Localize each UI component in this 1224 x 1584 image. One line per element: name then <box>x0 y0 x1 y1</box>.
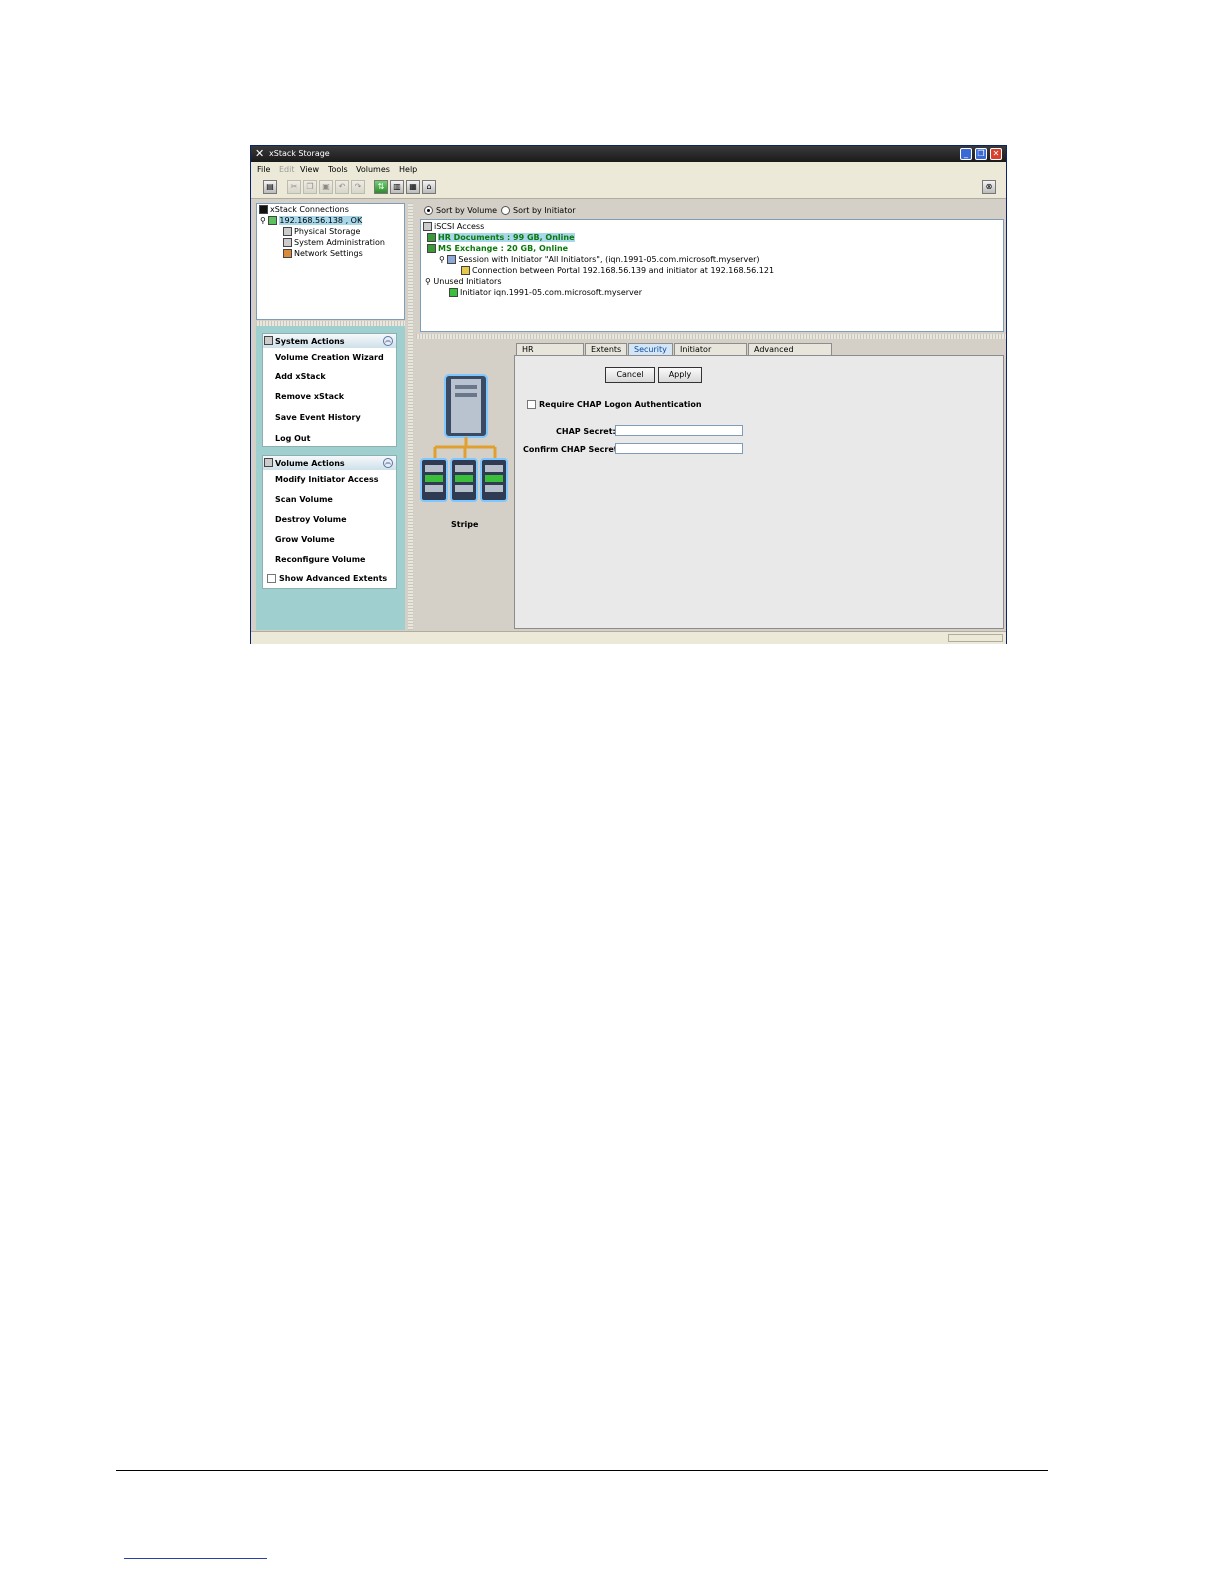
reconfigure-volume-link[interactable]: Reconfigure Volume <box>275 555 365 564</box>
unused-initiators-node[interactable]: ⚲ Unused Initiators <box>425 277 502 286</box>
require-chap-checkbox[interactable]: Require CHAP Logon Authentication <box>527 400 702 409</box>
disk-icon <box>283 227 292 236</box>
initiator-icon <box>449 288 458 297</box>
collapse-icon[interactable]: ︽ <box>383 336 393 346</box>
connection-node[interactable]: Connection between Portal 192.168.56.139… <box>461 266 774 275</box>
expand-icon[interactable]: ⚲ <box>260 216 266 225</box>
tab-security[interactable]: Security <box>628 343 673 355</box>
network-settings-icon[interactable]: ⌂ <box>422 180 436 194</box>
modify-initiator-access-link[interactable]: Modify Initiator Access <box>275 475 378 484</box>
tree-root[interactable]: xStack Connections <box>259 205 349 214</box>
menu-edit[interactable]: Edit <box>279 165 295 174</box>
menu-view[interactable]: View <box>300 165 319 174</box>
iscsi-icon <box>423 222 432 231</box>
add-xstack-link[interactable]: Add xStack <box>275 372 326 381</box>
system-actions-panel: System Actions ︽ Volume Creation Wizard … <box>262 333 397 447</box>
footer-link-underline <box>124 1558 267 1559</box>
chap-secret-label: CHAP Secret: <box>556 427 616 436</box>
title-bar: ✕ xStack Storage _ ❐ ✕ <box>251 146 1006 162</box>
server-icon <box>283 238 292 247</box>
security-tab-panel: Cancel Apply Require CHAP Logon Authenti… <box>514 355 1004 629</box>
sort-by-volume-radio[interactable]: Sort by Volume <box>424 206 497 215</box>
cancel-button[interactable]: Cancel <box>605 367 655 383</box>
initiator-node[interactable]: Initiator iqn.1991-05.com.microsoft.myse… <box>449 288 642 297</box>
destroy-volume-link[interactable]: Destroy Volume <box>275 515 347 524</box>
close-button[interactable]: ✕ <box>990 148 1002 160</box>
volume-creation-wizard-link[interactable]: Volume Creation Wizard <box>275 353 384 362</box>
volume-hr-documents[interactable]: HR Documents : 99 GB, Online <box>427 233 575 242</box>
stripe-raid-icon <box>420 374 508 502</box>
confirm-chap-secret-label: Confirm CHAP Secret: <box>523 445 621 454</box>
app-window: ✕ xStack Storage _ ❐ ✕ File Edit View To… <box>250 145 1007 644</box>
confirm-chap-secret-input[interactable] <box>615 443 743 454</box>
minimize-button[interactable]: _ <box>960 148 972 160</box>
xstack-logo-icon: ✕ <box>255 147 265 160</box>
toolbar: ▤ ✂ ❐ ▣ ↶ ↷ ⇅ ▥ ▦ ⌂ ⊗ <box>251 176 1006 199</box>
session-node[interactable]: ⚲ Session with Initiator "All Initiators… <box>439 255 760 264</box>
tab-hr-documents[interactable]: HR Documents <box>516 343 584 366</box>
tree-host[interactable]: ⚲ 192.168.56.138 , OK <box>260 216 363 225</box>
menu-help[interactable]: Help <box>399 165 417 174</box>
right-splitter[interactable] <box>416 334 1006 339</box>
ok-check-icon <box>268 216 278 225</box>
system-icon <box>264 336 273 345</box>
volume-online-icon <box>427 233 436 242</box>
tree-physical-storage[interactable]: Physical Storage <box>283 227 360 236</box>
grow-volume-link[interactable]: Grow Volume <box>275 535 335 544</box>
redo-icon[interactable]: ↷ <box>351 180 365 194</box>
physical-storage-icon[interactable]: ▥ <box>390 180 404 194</box>
undo-icon[interactable]: ↶ <box>335 180 349 194</box>
chap-secret-input[interactable] <box>615 425 743 436</box>
view-icon[interactable]: ▤ <box>263 180 277 194</box>
session-icon <box>447 255 457 264</box>
window-title: xStack Storage <box>269 149 330 158</box>
system-admin-icon[interactable]: ▦ <box>406 180 420 194</box>
menu-volumes[interactable]: Volumes <box>356 165 390 174</box>
xstack-icon <box>259 205 268 214</box>
connections-tree: xStack Connections ⚲ 192.168.56.138 , OK… <box>256 203 405 320</box>
menu-tools[interactable]: Tools <box>328 165 348 174</box>
show-advanced-extents-checkbox[interactable]: Show Advanced Extents <box>267 574 387 583</box>
copy-icon[interactable]: ❐ <box>303 180 317 194</box>
system-actions-header[interactable]: System Actions ︽ <box>263 334 396 348</box>
tree-network-settings[interactable]: Network Settings <box>283 249 363 258</box>
footer-rule <box>116 1470 1048 1471</box>
main-splitter[interactable] <box>408 203 413 630</box>
scan-volume-link[interactable]: Scan Volume <box>275 495 333 504</box>
volume-ms-exchange[interactable]: MS Exchange : 20 GB, Online <box>427 244 568 253</box>
volume-actions-header[interactable]: Volume Actions ︽ <box>263 456 396 470</box>
volume-icon <box>264 458 273 467</box>
remove-xstack-link[interactable]: Remove xStack <box>275 392 344 401</box>
tab-initiator-access[interactable]: Initiator Access <box>674 343 747 366</box>
iscsi-access-icon[interactable]: ⇅ <box>374 180 388 194</box>
stripe-illustration <box>415 371 515 511</box>
tab-advanced-settings[interactable]: Advanced Settings <box>748 343 832 366</box>
status-cell <box>948 634 1003 642</box>
status-bar <box>251 631 1006 644</box>
menu-bar: File Edit View Tools Volumes Help <box>251 162 1006 176</box>
expand-icon[interactable]: ⚲ <box>425 277 431 286</box>
volume-online-icon <box>427 244 436 253</box>
volume-actions-panel: Volume Actions ︽ Modify Initiator Access… <box>262 455 397 589</box>
apply-button[interactable]: Apply <box>658 367 702 383</box>
network-icon <box>283 249 292 258</box>
tab-bar: HR Documents Extents Security Initiator … <box>516 343 1006 366</box>
cut-icon[interactable]: ✂ <box>287 180 301 194</box>
iscsi-tree: iSCSI Access HR Documents : 99 GB, Onlin… <box>420 219 1004 332</box>
iscsi-root[interactable]: iSCSI Access <box>423 222 484 231</box>
restore-button[interactable]: ❐ <box>975 148 987 160</box>
menu-file[interactable]: File <box>257 165 270 174</box>
expand-icon[interactable]: ⚲ <box>439 255 445 264</box>
tree-system-administration[interactable]: System Administration <box>283 238 385 247</box>
exit-icon[interactable]: ⊗ <box>982 180 996 194</box>
log-out-link[interactable]: Log Out <box>275 434 310 443</box>
paste-icon[interactable]: ▣ <box>319 180 333 194</box>
stripe-caption: Stripe <box>451 520 479 529</box>
collapse-icon[interactable]: ︽ <box>383 458 393 468</box>
tab-extents[interactable]: Extents <box>585 343 627 355</box>
connection-icon <box>461 266 470 275</box>
save-event-history-link[interactable]: Save Event History <box>275 413 361 422</box>
sort-by-initiator-radio[interactable]: Sort by Initiator <box>501 206 576 215</box>
